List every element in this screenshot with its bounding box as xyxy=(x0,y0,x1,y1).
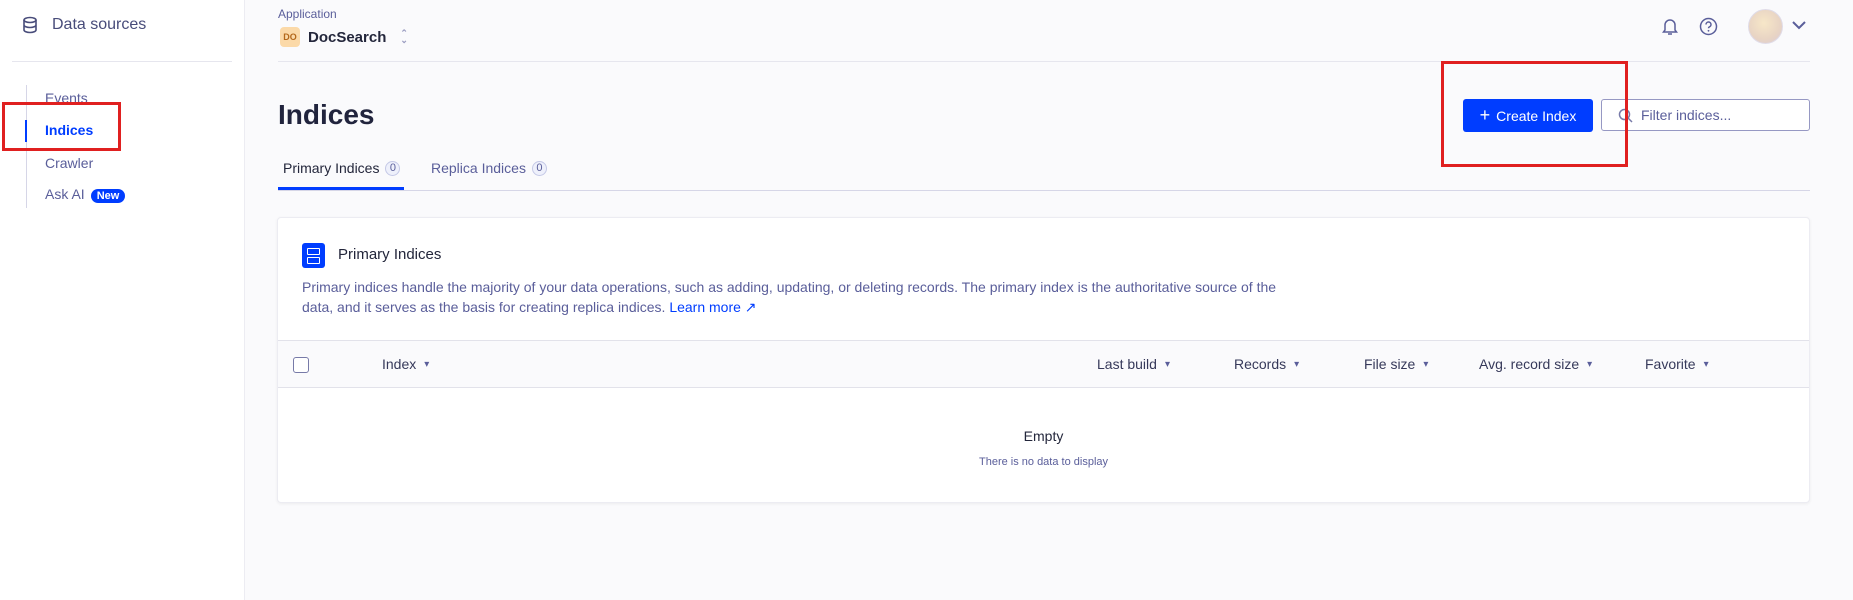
column-label: Avg. record size xyxy=(1479,356,1580,372)
sidebar-item-label: Ask AI xyxy=(45,186,85,202)
column-last-build[interactable]: Last build ▾ xyxy=(1097,356,1170,372)
tab-replica-indices[interactable]: Replica Indices 0 xyxy=(431,160,547,176)
table-header: Index ▾ Last build ▾ Records ▾ File size ▾ A… xyxy=(278,340,1809,388)
column-label: File size xyxy=(1364,356,1416,372)
database-icon xyxy=(23,16,37,34)
column-label: Favorite xyxy=(1645,356,1696,372)
chevron-down-icon: ▾ xyxy=(1703,358,1709,370)
column-records[interactable]: Records ▾ xyxy=(1234,356,1299,372)
chevron-down-icon: ▾ xyxy=(1294,358,1300,370)
application-selector[interactable]: DO DocSearch ⌃ ⌄ xyxy=(280,27,408,47)
page-title: Indices xyxy=(278,99,375,130)
chevron-down-icon: ▾ xyxy=(424,358,430,370)
column-index[interactable]: Index ▾ xyxy=(382,356,429,372)
sidebar: Data sources Events Indices Crawler Ask … xyxy=(0,0,245,600)
tab-primary-indices[interactable]: Primary Indices 0 xyxy=(283,160,401,176)
sidebar-header: Data sources xyxy=(22,16,146,34)
description-text: Primary indices handle the majority of y… xyxy=(302,279,1277,315)
card-description: Primary indices handle the majority of y… xyxy=(302,277,1282,317)
primary-indices-card: Primary Indices Primary indices handle t… xyxy=(277,217,1810,503)
card-title: Primary Indices xyxy=(338,246,442,263)
filter-placeholder: Filter indices... xyxy=(1641,107,1732,123)
highlight-box xyxy=(2,102,121,151)
chevron-down-icon[interactable] xyxy=(1791,20,1807,30)
empty-subtitle: There is no data to display xyxy=(978,456,1109,468)
sidebar-item-crawler[interactable]: Crawler xyxy=(45,155,93,171)
app-name: DocSearch xyxy=(308,28,387,46)
column-file-size[interactable]: File size ▾ xyxy=(1364,356,1428,372)
divider xyxy=(12,61,232,62)
active-tab-underline xyxy=(278,187,404,190)
column-favorite[interactable]: Favorite ▾ xyxy=(1645,356,1709,372)
sidebar-item-ask-ai[interactable]: Ask AI New xyxy=(45,186,126,203)
chevron-down-icon: ▾ xyxy=(1423,358,1429,370)
chevron-down-icon: ▾ xyxy=(1587,358,1593,370)
column-avg-record-size[interactable]: Avg. record size ▾ xyxy=(1479,356,1592,372)
application-label: Application xyxy=(278,7,337,21)
app-badge: DO xyxy=(280,27,300,47)
learn-more-label: Learn more xyxy=(669,299,741,315)
highlight-box xyxy=(1441,61,1628,167)
bell-icon[interactable] xyxy=(1661,17,1679,36)
index-icon xyxy=(302,243,325,268)
tab-count: 0 xyxy=(531,160,547,176)
column-label: Last build xyxy=(1097,356,1157,372)
help-icon[interactable] xyxy=(1699,17,1718,36)
tab-label: Replica Indices xyxy=(431,160,526,176)
empty-title: Empty xyxy=(1023,428,1064,444)
chevron-up-down-icon: ⌃ ⌄ xyxy=(400,28,408,45)
chevron-down-icon: ▾ xyxy=(1164,358,1170,370)
column-label: Index xyxy=(382,356,417,372)
learn-more-link[interactable]: Learn more ↗ xyxy=(669,299,756,315)
external-link-icon: ↗ xyxy=(744,299,757,315)
select-all-checkbox[interactable] xyxy=(293,357,309,373)
tabs-divider xyxy=(278,190,1810,191)
new-badge: New xyxy=(90,189,126,203)
column-label: Records xyxy=(1234,356,1287,372)
tab-label: Primary Indices xyxy=(283,160,380,176)
filter-indices-input[interactable]: Filter indices... xyxy=(1601,99,1810,131)
avatar[interactable] xyxy=(1748,9,1783,44)
sidebar-title: Data sources xyxy=(52,16,147,33)
tab-count: 0 xyxy=(385,160,401,176)
